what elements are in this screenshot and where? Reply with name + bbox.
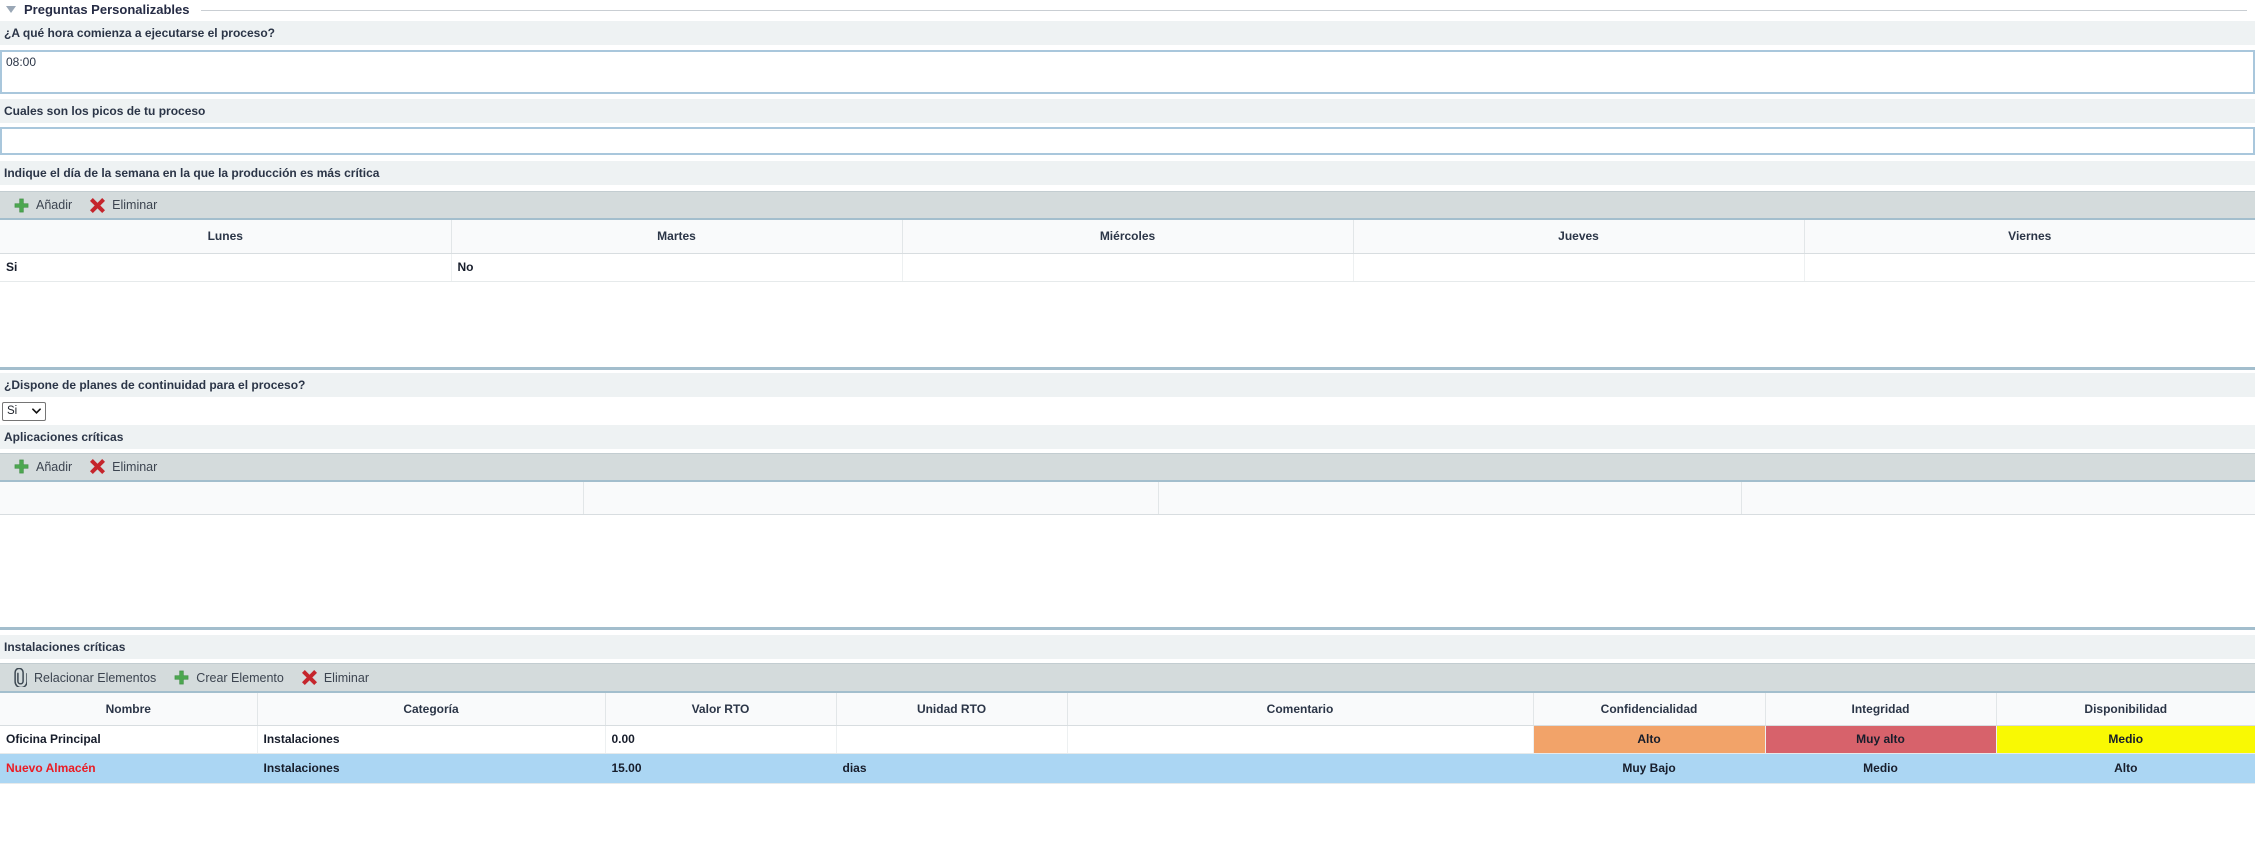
apps-header-col3 [1158, 482, 1741, 515]
question-facilities-label: Instalaciones críticas [4, 640, 125, 654]
x-icon [302, 670, 317, 685]
x-icon [90, 459, 105, 474]
question-peaks-label: Cuales son los picos de tu proceso [4, 104, 205, 118]
apps-header-col4 [1741, 482, 2255, 515]
day-cell-jueves [1353, 253, 1804, 281]
facilities-table: Nombre Categoría Valor RTO Unidad RTO Co… [0, 693, 2255, 784]
section-header: Preguntas Personalizables [0, 0, 2255, 16]
day-delete-label: Eliminar [112, 198, 157, 212]
apps-add-label: Añadir [36, 460, 72, 474]
create-element-label: Crear Elemento [196, 671, 284, 685]
cell-unidad-rto [836, 725, 1067, 753]
cell-nombre: Nuevo Almacén [0, 753, 257, 783]
question-continuity-label: ¿Dispone de planes de continuidad para e… [4, 378, 305, 392]
day-cell-lunes: Si [0, 253, 451, 281]
relate-elements-button[interactable]: Relacionar Elementos [10, 666, 160, 689]
question-day-label-band: Indique el día de la semana en la que la… [0, 161, 2255, 185]
facilities-row-nuevo-almacen[interactable]: Nuevo Almacén Instalaciones 15.00 dias M… [0, 753, 2255, 783]
apps-table-empty-area [0, 515, 2255, 630]
facilities-header-valor-rto: Valor RTO [605, 693, 836, 725]
apps-delete-button[interactable]: Eliminar [86, 457, 161, 476]
question-apps-label-band: Aplicaciones críticas [0, 425, 2255, 449]
chevron-down-icon [32, 408, 41, 414]
cell-disponibilidad: Alto [1996, 753, 2255, 783]
apps-header-col2 [583, 482, 1158, 515]
facilities-table-header-row: Nombre Categoría Valor RTO Unidad RTO Co… [0, 693, 2255, 725]
day-header-miercoles: Miércoles [902, 220, 1353, 253]
facilities-delete-button[interactable]: Eliminar [298, 668, 373, 687]
day-header-viernes: Viernes [1804, 220, 2255, 253]
paperclip-icon [14, 668, 27, 687]
section-divider [201, 10, 2247, 11]
facilities-header-disponibilidad: Disponibilidad [1996, 693, 2255, 725]
facilities-header-integridad: Integridad [1765, 693, 1996, 725]
relate-elements-label: Relacionar Elementos [34, 671, 156, 685]
day-cell-viernes [1804, 253, 2255, 281]
question-apps-label: Aplicaciones críticas [4, 430, 123, 444]
question-time-label: ¿A qué hora comienza a ejecutarse el pro… [4, 26, 275, 40]
cell-unidad-rto: dias [836, 753, 1067, 783]
section-title: Preguntas Personalizables [24, 2, 189, 17]
facilities-header-comentario: Comentario [1067, 693, 1533, 725]
day-cell-miercoles [902, 253, 1353, 281]
question-continuity-label-band: ¿Dispone de planes de continuidad para e… [0, 373, 2255, 397]
apps-table [0, 482, 2255, 516]
day-add-button[interactable]: Añadir [10, 196, 76, 215]
apps-header-col1 [0, 482, 583, 515]
facilities-header-unidad-rto: Unidad RTO [836, 693, 1067, 725]
apps-grid-toolbar: Añadir Eliminar [0, 453, 2255, 482]
facilities-header-confidencialidad: Confidencialidad [1533, 693, 1765, 725]
cell-comentario [1067, 725, 1533, 753]
peaks-answer-textarea[interactable] [0, 127, 2255, 155]
facilities-header-categoria: Categoría [257, 693, 605, 725]
question-peaks-label-band: Cuales son los picos de tu proceso [0, 99, 2255, 123]
time-answer-textarea[interactable]: 08:00 [0, 50, 2255, 94]
facilities-grid-toolbar: Relacionar Elementos Crear Elemento Elim… [0, 663, 2255, 693]
day-delete-button[interactable]: Eliminar [86, 196, 161, 215]
question-day-label: Indique el día de la semana en la que la… [4, 166, 379, 180]
cell-nombre: Oficina Principal [0, 725, 257, 753]
x-icon [90, 198, 105, 213]
question-time-label-band: ¿A qué hora comienza a ejecutarse el pro… [0, 21, 2255, 45]
create-element-button[interactable]: Crear Elemento [170, 668, 288, 687]
day-table-empty-area [0, 282, 2255, 370]
day-header-jueves: Jueves [1353, 220, 1804, 253]
cell-categoria: Instalaciones [257, 725, 605, 753]
continuity-select[interactable]: Si [2, 402, 46, 421]
apps-delete-label: Eliminar [112, 460, 157, 474]
collapse-triangle-icon[interactable] [6, 6, 16, 13]
cell-disponibilidad-medio: Medio [1996, 725, 2255, 753]
day-table: Lunes Martes Miércoles Jueves Viernes Si… [0, 220, 2255, 282]
day-grid-toolbar: Añadir Eliminar [0, 191, 2255, 220]
plus-icon [14, 459, 29, 474]
facilities-delete-label: Eliminar [324, 671, 369, 685]
plus-icon [174, 670, 189, 685]
facilities-row-oficina-principal[interactable]: Oficina Principal Instalaciones 0.00 Alt… [0, 725, 2255, 753]
continuity-select-value: Si [7, 405, 17, 417]
cell-valor-rto: 15.00 [605, 753, 836, 783]
day-table-row[interactable]: Si No [0, 253, 2255, 281]
cell-comentario [1067, 753, 1533, 783]
cell-integridad: Medio [1765, 753, 1996, 783]
day-header-martes: Martes [451, 220, 902, 253]
apps-add-button[interactable]: Añadir [10, 457, 76, 476]
day-cell-martes: No [451, 253, 902, 281]
day-add-label: Añadir [36, 198, 72, 212]
day-header-lunes: Lunes [0, 220, 451, 253]
cell-integridad-muy-alto: Muy alto [1765, 725, 1996, 753]
cell-confidencialidad-alto: Alto [1533, 725, 1765, 753]
day-table-header-row: Lunes Martes Miércoles Jueves Viernes [0, 220, 2255, 253]
cell-confidencialidad: Muy Bajo [1533, 753, 1765, 783]
cell-valor-rto: 0.00 [605, 725, 836, 753]
cell-categoria: Instalaciones [257, 753, 605, 783]
apps-table-header-row [0, 482, 2255, 515]
facilities-header-nombre: Nombre [0, 693, 257, 725]
plus-icon [14, 198, 29, 213]
question-facilities-label-band: Instalaciones críticas [0, 635, 2255, 659]
